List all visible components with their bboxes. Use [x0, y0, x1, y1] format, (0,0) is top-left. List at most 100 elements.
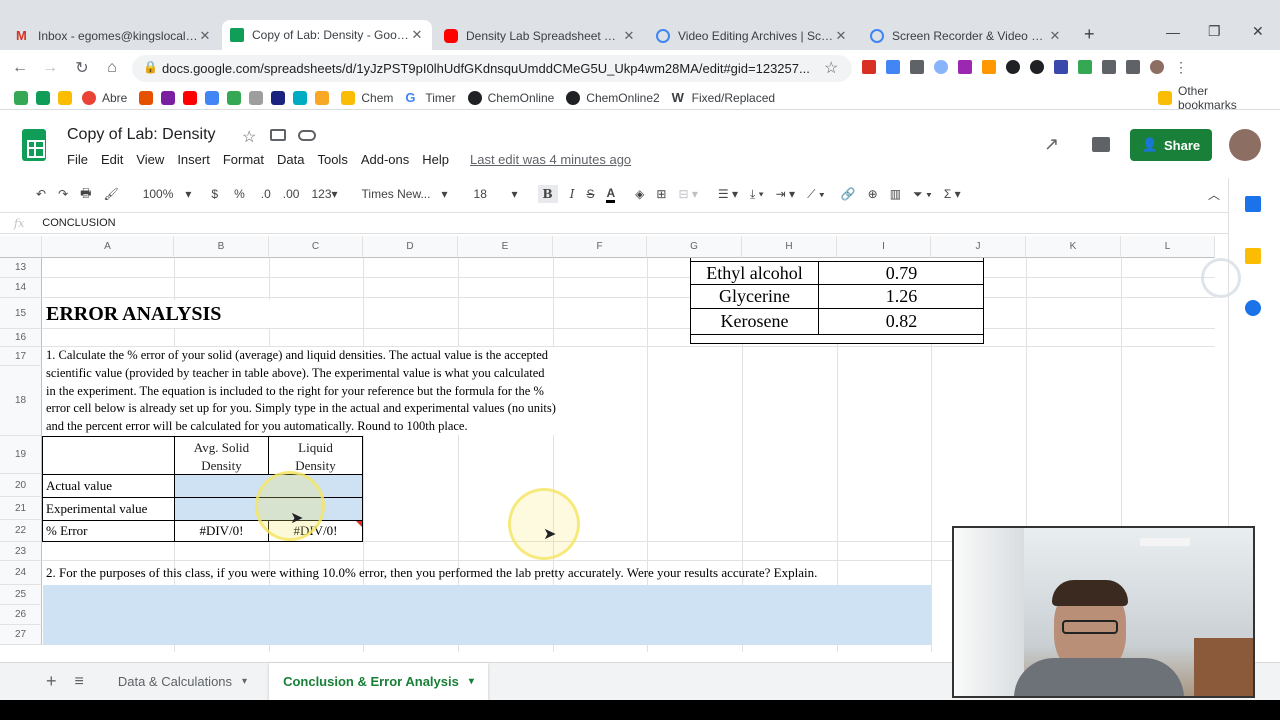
close-tab-icon[interactable]: ✕ — [834, 28, 848, 44]
substance-cell[interactable]: Kerosene — [691, 309, 819, 335]
extension-icon[interactable] — [1054, 60, 1068, 74]
row-header[interactable]: 22 — [0, 520, 42, 542]
question-2-text[interactable]: 2. For the purposes of this class, if yo… — [46, 563, 817, 583]
bookmark-icon[interactable] — [183, 90, 198, 105]
redo-icon[interactable]: ↷ — [58, 187, 68, 201]
column-header[interactable]: C — [269, 236, 363, 258]
browser-tab-youtube[interactable]: Density Lab Spreadsheet Tuto ✕ — [436, 22, 644, 49]
bookmark-icon[interactable] — [14, 90, 28, 105]
zoom-select[interactable]: 100% ▾ — [143, 187, 192, 201]
calendar-icon[interactable] — [1245, 196, 1261, 212]
bookmark-icon[interactable] — [249, 90, 264, 105]
puzzle-icon[interactable] — [1102, 60, 1116, 74]
sheet-tab-data-calculations[interactable]: Data & Calculations ▾ — [118, 674, 247, 689]
menu-tools[interactable]: Tools — [317, 152, 347, 167]
star-icon[interactable]: ☆ — [242, 127, 256, 147]
bookmark-star-icon[interactable]: ☆ — [824, 58, 838, 78]
keep-icon[interactable] — [1245, 248, 1261, 264]
extension-icon[interactable] — [958, 60, 972, 74]
reload-icon[interactable]: ↻ — [68, 54, 96, 82]
column-header[interactable]: H — [742, 236, 837, 258]
paint-format-icon[interactable]: 🖌 — [103, 187, 118, 201]
density-value-cell[interactable]: 0.79 — [819, 261, 984, 285]
bold-icon[interactable]: B — [537, 185, 558, 203]
other-bookmarks[interactable]: Other bookmarks — [1158, 84, 1268, 112]
bookmark-fixed-replaced[interactable]: W Fixed/Replaced — [672, 90, 775, 105]
experimental-value-label[interactable]: Experimental value — [46, 498, 147, 520]
filter-icon[interactable]: ⏷ ▾ — [913, 187, 932, 202]
extension-icon[interactable] — [1030, 60, 1044, 74]
close-tab-icon[interactable]: ✕ — [198, 28, 212, 44]
column-header[interactable]: K — [1026, 236, 1121, 258]
bookmark-icon[interactable] — [227, 90, 242, 105]
row-header[interactable]: 26 — [0, 605, 42, 625]
row-header[interactable]: 18 — [0, 366, 42, 436]
horizontal-align-icon[interactable]: ☰ ▾ — [718, 187, 738, 201]
gmail-ext-icon[interactable] — [862, 60, 876, 74]
fill-color-icon[interactable]: ◈ — [635, 187, 644, 201]
close-tab-icon[interactable]: ✕ — [1048, 28, 1062, 44]
column-header[interactable]: A — [42, 236, 174, 258]
substance-cell[interactable]: Ethyl alcohol — [691, 261, 819, 285]
extension-icon[interactable] — [1006, 60, 1020, 74]
browser-tab-screen-recorder[interactable]: Screen Recorder & Video Edit ✕ — [862, 22, 1070, 49]
currency-format-button[interactable]: $ — [211, 187, 218, 201]
decrease-decimal-button[interactable]: .0 — [261, 187, 271, 201]
bookmark-timer[interactable]: G Timer — [405, 90, 455, 105]
close-tab-icon[interactable]: ✕ — [622, 28, 636, 44]
error-analysis-heading[interactable]: ERROR ANALYSIS — [46, 300, 346, 328]
home-icon[interactable]: ⌂ — [98, 54, 126, 82]
row-header[interactable]: 25 — [0, 585, 42, 605]
row-header[interactable]: 27 — [0, 625, 42, 645]
bookmark-abre[interactable]: Abre — [82, 90, 127, 105]
percent-error-label[interactable]: % Error — [46, 521, 88, 541]
avg-solid-density-header[interactable]: Avg. Solid Density — [175, 439, 268, 475]
bookmark-chemonline2[interactable]: ChemOnline2 — [566, 90, 660, 105]
reading-list-icon[interactable] — [1126, 60, 1140, 74]
row-header[interactable]: 13 — [0, 258, 42, 278]
extension-icon[interactable] — [982, 60, 996, 74]
row-header[interactable]: 23 — [0, 542, 42, 561]
link-icon[interactable]: 🔗 — [841, 187, 856, 201]
select-all-corner[interactable] — [0, 236, 42, 258]
extension-icon[interactable] — [1078, 60, 1092, 74]
column-header[interactable]: L — [1121, 236, 1215, 258]
column-header[interactable]: F — [553, 236, 647, 258]
browser-tab-sheets[interactable]: Copy of Lab: Density - Google ✕ — [222, 20, 432, 50]
row-header[interactable]: 16 — [0, 329, 42, 347]
strikethrough-icon[interactable]: S — [586, 187, 594, 201]
substance-cell[interactable]: Glycerine — [691, 285, 819, 309]
bookmark-icon[interactable] — [161, 90, 176, 105]
liquid-density-header[interactable]: Liquid Density — [269, 439, 362, 475]
new-tab-icon[interactable]: + — [1084, 24, 1095, 45]
bookmark-icon[interactable] — [205, 90, 220, 105]
merge-cells-icon[interactable]: ⊟ ▾ — [678, 187, 697, 201]
font-size-select[interactable]: 18 ▾ — [474, 187, 518, 201]
question-1-text[interactable]: 1. Calculate the % error of your solid (… — [43, 347, 647, 435]
extension-icon[interactable] — [910, 60, 924, 74]
column-header[interactable]: I — [837, 236, 931, 258]
bookmark-icon[interactable] — [293, 90, 308, 105]
row-header[interactable]: 24 — [0, 561, 42, 585]
font-select[interactable]: Times New... ▾ — [362, 187, 448, 201]
experimental-solid-input[interactable] — [175, 498, 268, 520]
formula-input[interactable]: CONCLUSION — [42, 217, 115, 229]
bookmark-icon[interactable] — [315, 90, 330, 105]
text-color-icon[interactable]: A — [606, 186, 616, 203]
sheets-logo-icon[interactable] — [22, 129, 46, 161]
solid-error-cell[interactable]: #DIV/0! — [175, 521, 268, 541]
functions-icon[interactable]: Σ ▾ — [944, 187, 961, 201]
document-title[interactable]: Copy of Lab: Density — [67, 126, 216, 144]
sheet-tab-conclusion-error[interactable]: Conclusion & Error Analysis ▾ — [269, 663, 488, 700]
menu-addons[interactable]: Add-ons — [361, 152, 409, 167]
extension-icon[interactable] — [934, 60, 948, 74]
menu-edit[interactable]: Edit — [101, 152, 123, 167]
menu-file[interactable]: File — [67, 152, 88, 167]
italic-icon[interactable]: I — [570, 187, 575, 201]
undo-icon[interactable]: ↶ — [36, 187, 46, 201]
increase-decimal-button[interactable]: .00 — [283, 187, 300, 201]
menu-data[interactable]: Data — [277, 152, 304, 167]
address-bar[interactable]: 🔒 docs.google.com/spreadsheets/d/1yJzPST… — [132, 55, 852, 82]
menu-format[interactable]: Format — [223, 152, 264, 167]
menu-insert[interactable]: Insert — [177, 152, 210, 167]
